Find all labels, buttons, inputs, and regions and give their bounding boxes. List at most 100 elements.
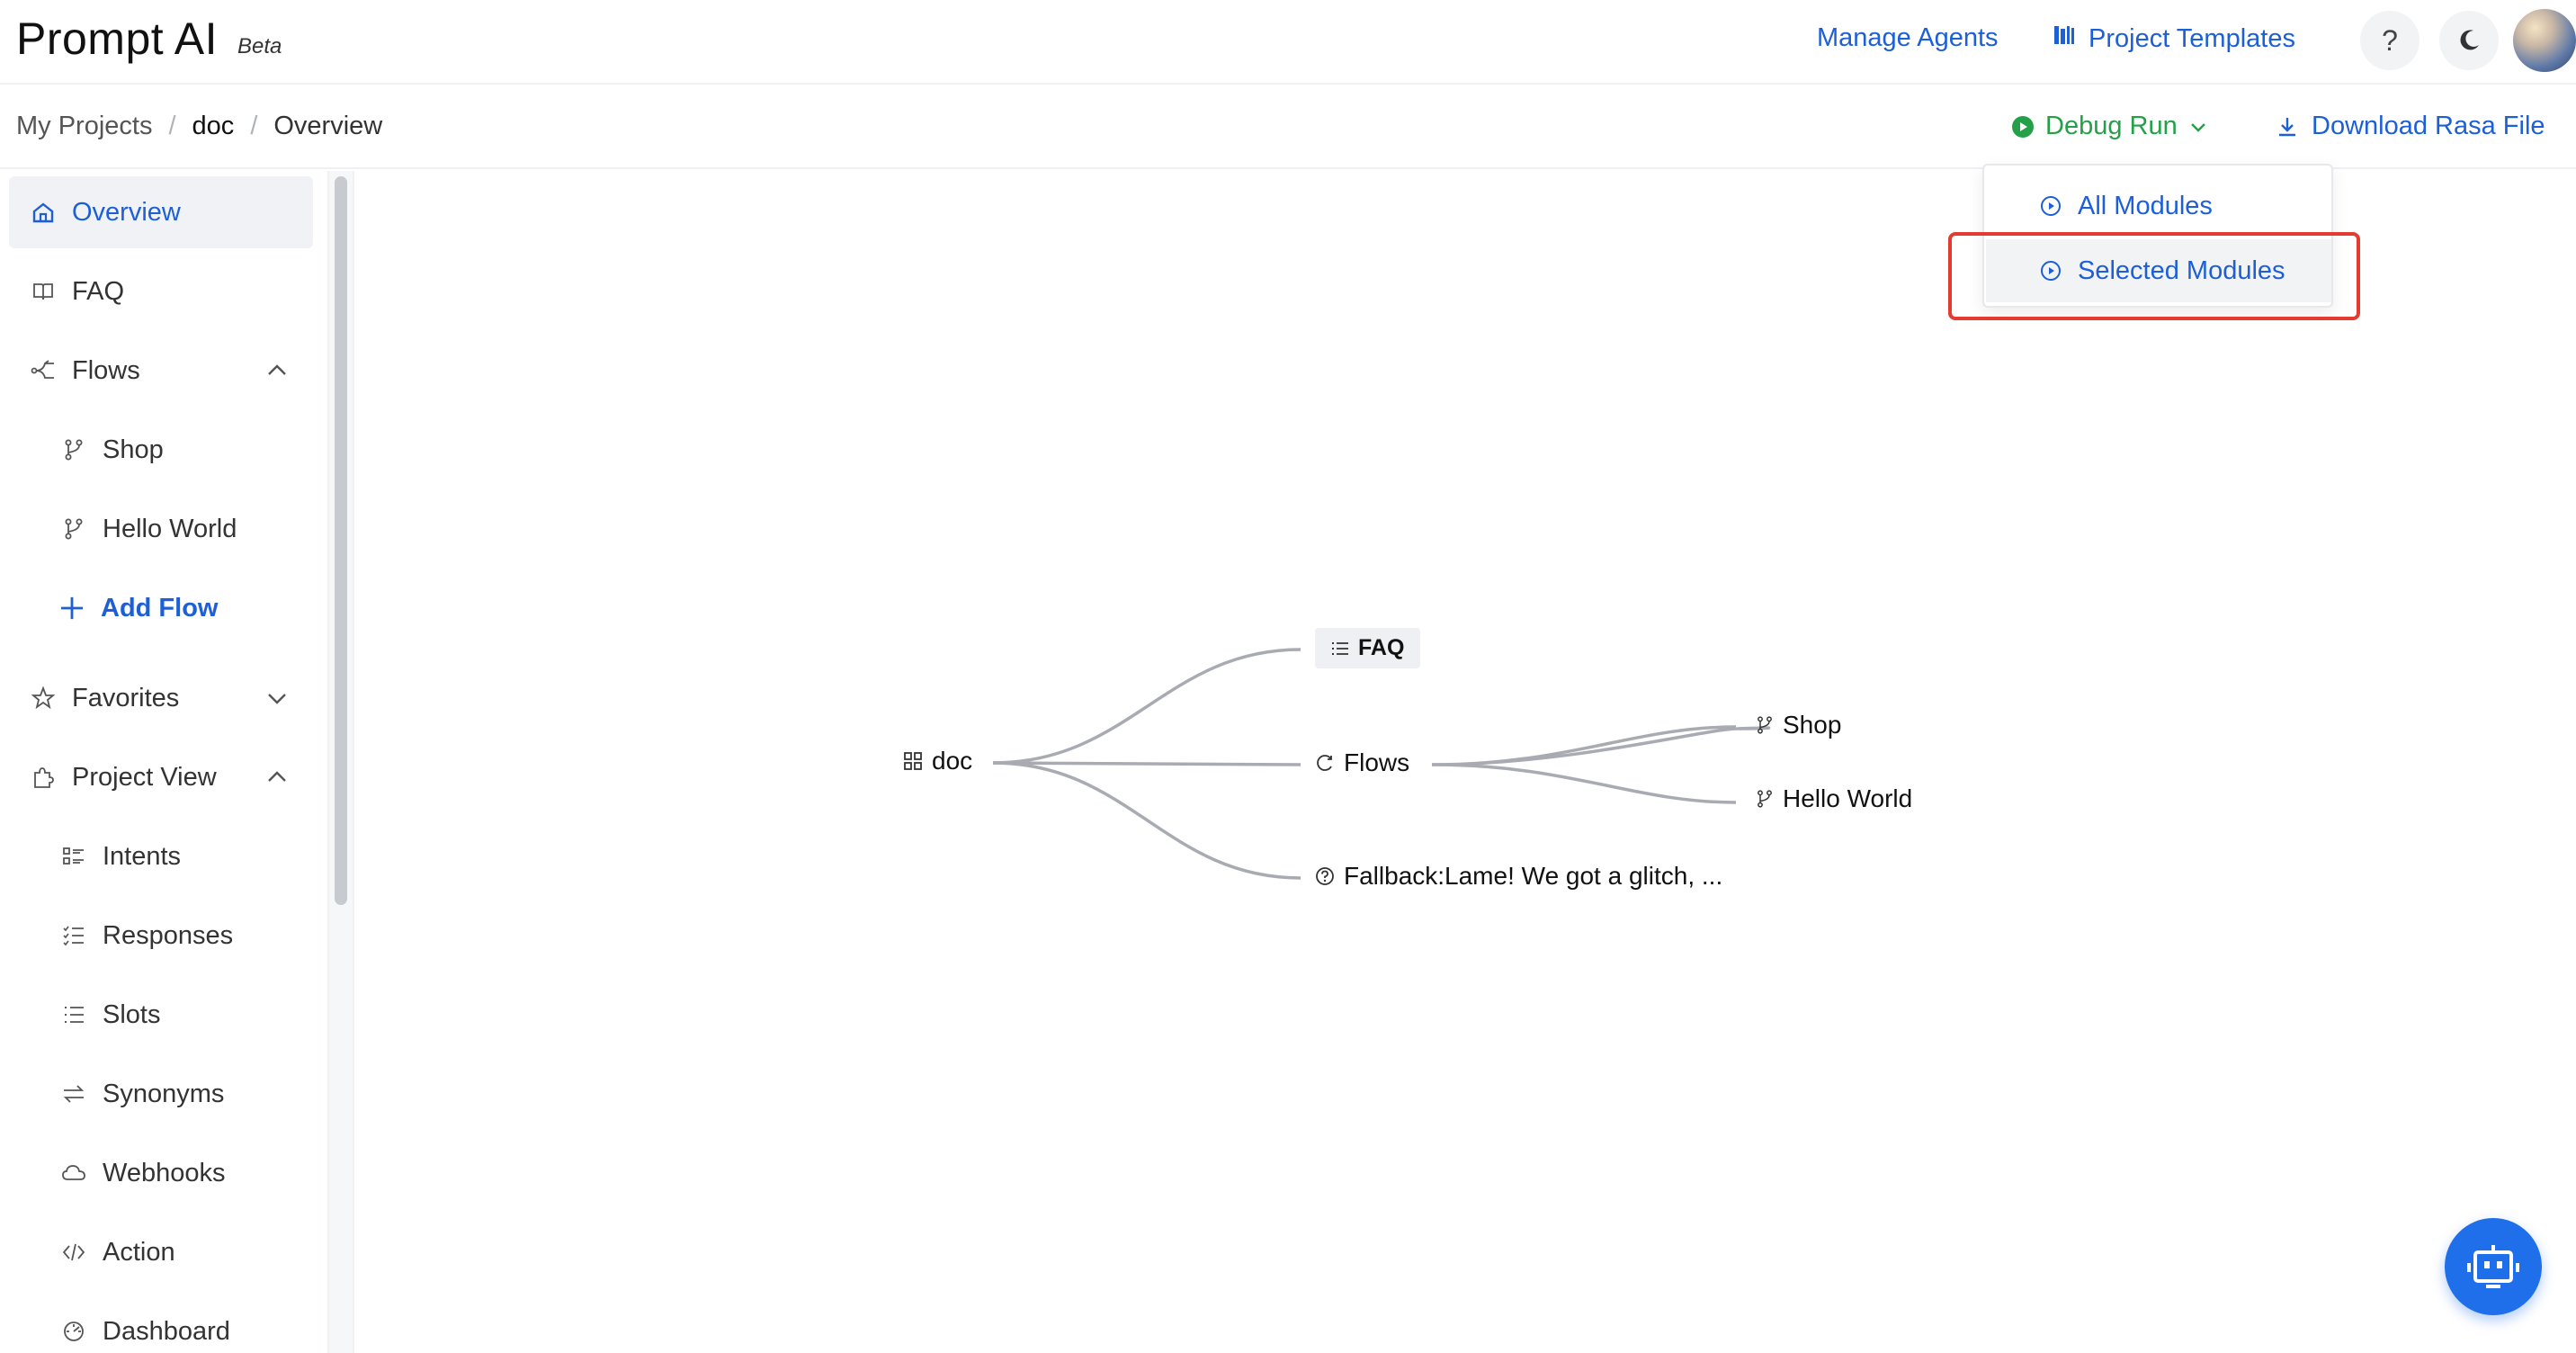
mindmap-faq-label: FAQ [1358, 635, 1405, 660]
project-templates-link[interactable]: Project Templates [2053, 23, 2295, 54]
play-circle-icon [2040, 260, 2062, 282]
sidebar-item-label: Action [103, 1237, 175, 1267]
chevron-up-icon[interactable] [264, 765, 290, 790]
play-circle-icon [2040, 195, 2062, 217]
swap-icon [61, 1081, 86, 1107]
branch-icon [1758, 716, 1772, 734]
sidebar-item-webhooks[interactable]: Webhooks [9, 1137, 313, 1209]
add-flow-button[interactable]: Add Flow [9, 572, 313, 644]
project-templates-label: Project Templates [2089, 23, 2295, 53]
sidebar-item-label: Dashboard [103, 1316, 230, 1346]
dashboard-icon [61, 1319, 86, 1344]
help-icon: ? [2382, 23, 2398, 57]
sub-header: My Projects / doc / Overview Debug Run D… [0, 86, 2576, 169]
scrollbar-thumb[interactable] [335, 176, 347, 905]
app-logo[interactable]: Prompt AI [16, 13, 218, 65]
cloud-icon [61, 1160, 86, 1186]
sidebar-item-synonyms[interactable]: Synonyms [9, 1058, 313, 1130]
sidebar-item-label: Hello World [103, 514, 237, 543]
moon-icon [2460, 30, 2479, 50]
flow-icon [31, 358, 56, 383]
connector-flows-shop [1431, 725, 1771, 766]
code-icon [61, 1240, 86, 1265]
sidebar-item-dashboard[interactable]: Dashboard [9, 1295, 313, 1353]
top-header: Prompt AI Beta Manage Agents Project Tem… [0, 0, 2576, 85]
sidebar-item-label: FAQ [72, 276, 125, 306]
assistant-bot-button[interactable] [2445, 1218, 2542, 1315]
download-label: Download Rasa File [2312, 112, 2545, 140]
library-icon [2053, 23, 2076, 54]
responses-icon [61, 923, 86, 948]
sidebar-item-label: Webhooks [103, 1158, 226, 1187]
sidebar-item-label: Responses [103, 920, 234, 950]
debug-run-dropdown: All Modules Selected Modules [1982, 164, 2333, 308]
sidebar-item-label: Shop [103, 435, 164, 464]
star-icon [31, 685, 56, 711]
breadcrumb-my-projects[interactable]: My Projects [16, 112, 152, 141]
connector-doc-faq [992, 648, 1301, 765]
mindmap-root-label: doc [932, 747, 973, 775]
sidebar-item-project-view[interactable]: Project View [9, 741, 313, 813]
chevron-down-icon[interactable] [264, 685, 290, 711]
manage-agents-link[interactable]: Manage Agents [1817, 23, 1999, 53]
add-flow-label: Add Flow [101, 593, 219, 623]
sidebar-scrollbar[interactable] [327, 171, 354, 1353]
sidebar-item-flows[interactable]: Flows [9, 335, 313, 407]
sidebar-item-overview[interactable]: Overview [9, 176, 313, 248]
connector-flows-hello [1431, 763, 1737, 804]
sidebar-item-hello-world[interactable]: Hello World [9, 493, 313, 565]
branch-icon [61, 516, 86, 542]
branch-icon [1758, 790, 1772, 808]
theme-toggle-button[interactable] [2439, 11, 2499, 70]
download-rasa-button[interactable]: Download Rasa File [2276, 112, 2545, 141]
sidebar-item-label: Overview [72, 197, 181, 227]
sidebar-item-slots[interactable]: Slots [9, 979, 313, 1051]
mindmap-fallback-label: Fallback:Lame! We got a glitch, ... [1344, 862, 1723, 890]
mindmap-hello-world-node[interactable]: Hello World [1756, 784, 1912, 813]
list-icon [1332, 641, 1348, 655]
plus-icon [59, 596, 85, 621]
mindmap-shop-label: Shop [1783, 711, 1842, 739]
user-avatar[interactable] [2513, 9, 2576, 72]
sidebar-item-label: Synonyms [103, 1079, 225, 1108]
book-icon [31, 279, 56, 304]
sidebar-item-faq[interactable]: FAQ [9, 255, 313, 327]
intents-icon [61, 844, 86, 869]
dropdown-item-all-modules[interactable]: All Modules [1986, 175, 2331, 237]
breadcrumb-separator: / [168, 112, 176, 140]
breadcrumb-current: Overview [273, 112, 383, 140]
dropdown-item-label: Selected Modules [2078, 255, 2285, 285]
mindmap-shop-node[interactable]: Shop [1756, 711, 1841, 739]
sidebar-item-label: Favorites [72, 683, 180, 712]
mindmap-faq-node[interactable]: FAQ [1315, 628, 1421, 668]
sidebar-item-responses[interactable]: Responses [9, 900, 313, 972]
refresh-icon [1317, 755, 1332, 771]
question-circle-icon [1316, 867, 1334, 885]
breadcrumb-project[interactable]: doc [192, 112, 235, 141]
download-icon [2279, 117, 2295, 136]
sidebar-item-intents[interactable]: Intents [9, 820, 313, 892]
dropdown-item-selected-modules[interactable]: Selected Modules [1986, 239, 2331, 302]
grid-icon [904, 752, 922, 770]
mindmap-hello-world-label: Hello World [1783, 784, 1913, 812]
home-icon [31, 200, 56, 225]
mindmap-root-node[interactable]: doc [903, 747, 972, 775]
mindmap-fallback-node[interactable]: Fallback:Lame! We got a glitch, ... [1315, 862, 1722, 891]
sidebar-item-action[interactable]: Action [9, 1216, 313, 1288]
sidebar-item-shop[interactable]: Shop [9, 414, 313, 486]
chevron-up-icon[interactable] [264, 358, 290, 383]
debug-run-label: Debug Run [2045, 112, 2178, 140]
debug-run-button[interactable]: Debug Run [2011, 112, 2208, 141]
sidebar-item-favorites[interactable]: Favorites [9, 662, 313, 734]
mindmap-flows-node[interactable]: Flows [1315, 748, 1409, 777]
mindmap-connectors [992, 648, 1771, 880]
help-button[interactable]: ? [2360, 11, 2419, 70]
chevron-down-icon [2190, 122, 2205, 132]
play-circle-icon [2012, 115, 2034, 138]
breadcrumb-separator: / [250, 112, 258, 140]
sidebar-item-label: Slots [103, 999, 161, 1029]
sidebar-item-label: Project View [72, 762, 217, 792]
sidebar-item-label: Intents [103, 841, 182, 871]
overview-canvas[interactable]: doc FAQ Flows Fallback:Lame! We got a gl… [356, 171, 2576, 1353]
sidebar-item-label: Flows [72, 355, 140, 385]
